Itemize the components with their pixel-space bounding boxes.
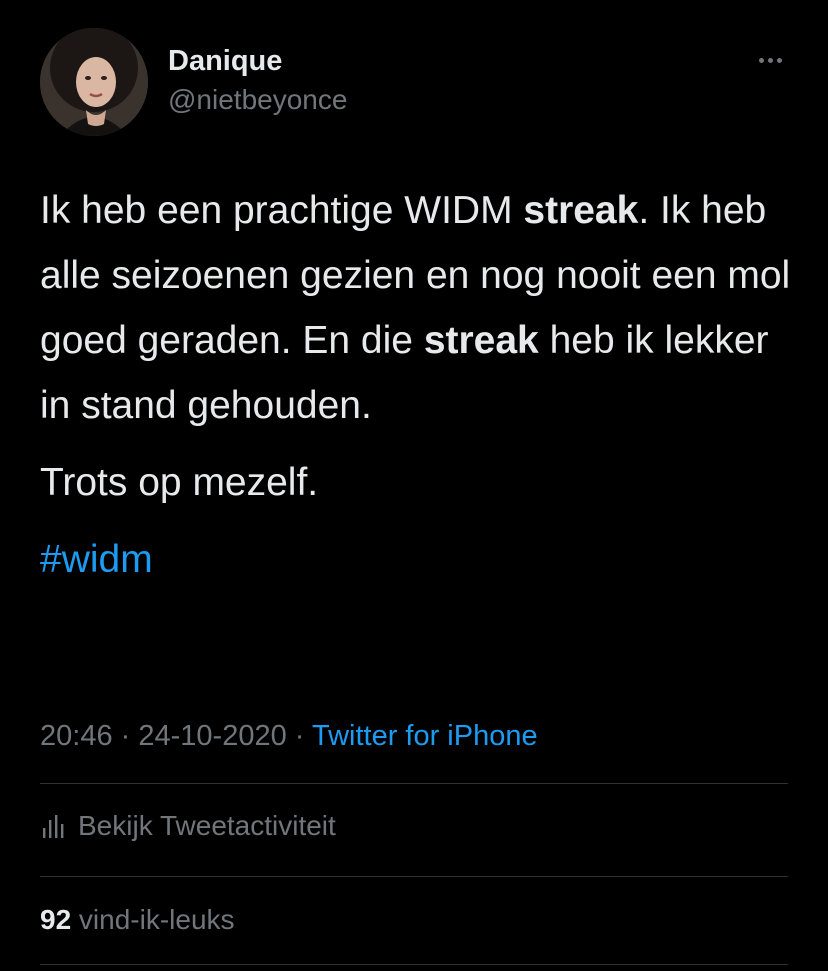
- likes-label: vind-ik-leuks: [71, 904, 235, 935]
- divider: [40, 876, 788, 877]
- tweet-text-segment: Ik heb een prachtige WIDM: [40, 189, 524, 232]
- more-horizontal-icon: [767, 57, 773, 63]
- tweet-time: 20:46: [40, 720, 113, 752]
- author-name[interactable]: Danique: [168, 44, 282, 78]
- more-options-button[interactable]: [750, 48, 790, 72]
- tweet-text-bold: streak: [423, 319, 539, 362]
- tweet-activity-button[interactable]: Bekijk Tweetactiviteit: [40, 806, 336, 846]
- meta-separator: ·: [112, 720, 139, 752]
- tweet-paragraph: #widm: [40, 527, 800, 592]
- likes-count: 92: [40, 904, 72, 935]
- tweet-text-bold: streak: [523, 189, 639, 232]
- tweet-date: 24-10-2020: [138, 720, 287, 752]
- bar-chart-icon: [43, 815, 64, 838]
- tweet-paragraph: Ik heb een prachtige WIDM streak. Ik heb…: [40, 178, 800, 438]
- tweet-paragraph: Trots op mezelf.: [40, 461, 319, 504]
- tweet-source-link[interactable]: Twitter for iPhone: [312, 720, 538, 752]
- avatar[interactable]: [40, 28, 148, 136]
- hashtag-link[interactable]: #widm: [40, 538, 153, 581]
- divider: [40, 783, 788, 784]
- tweet-text: Ik heb een prachtige WIDM streak. Ik heb…: [40, 178, 800, 592]
- author-handle[interactable]: @nietbeyonce: [168, 84, 347, 116]
- tweet-activity-label: Bekijk Tweetactiviteit: [78, 810, 336, 841]
- tweet-meta: 20:46 · 24-10-2020 · Twitter for iPhone: [40, 716, 538, 756]
- divider: [40, 964, 788, 965]
- more-horizontal-icon: [758, 57, 764, 63]
- meta-separator: ·: [286, 720, 312, 752]
- likes-link[interactable]: 92 vind-ik-leuks: [40, 900, 235, 940]
- more-horizontal-icon: [776, 57, 782, 63]
